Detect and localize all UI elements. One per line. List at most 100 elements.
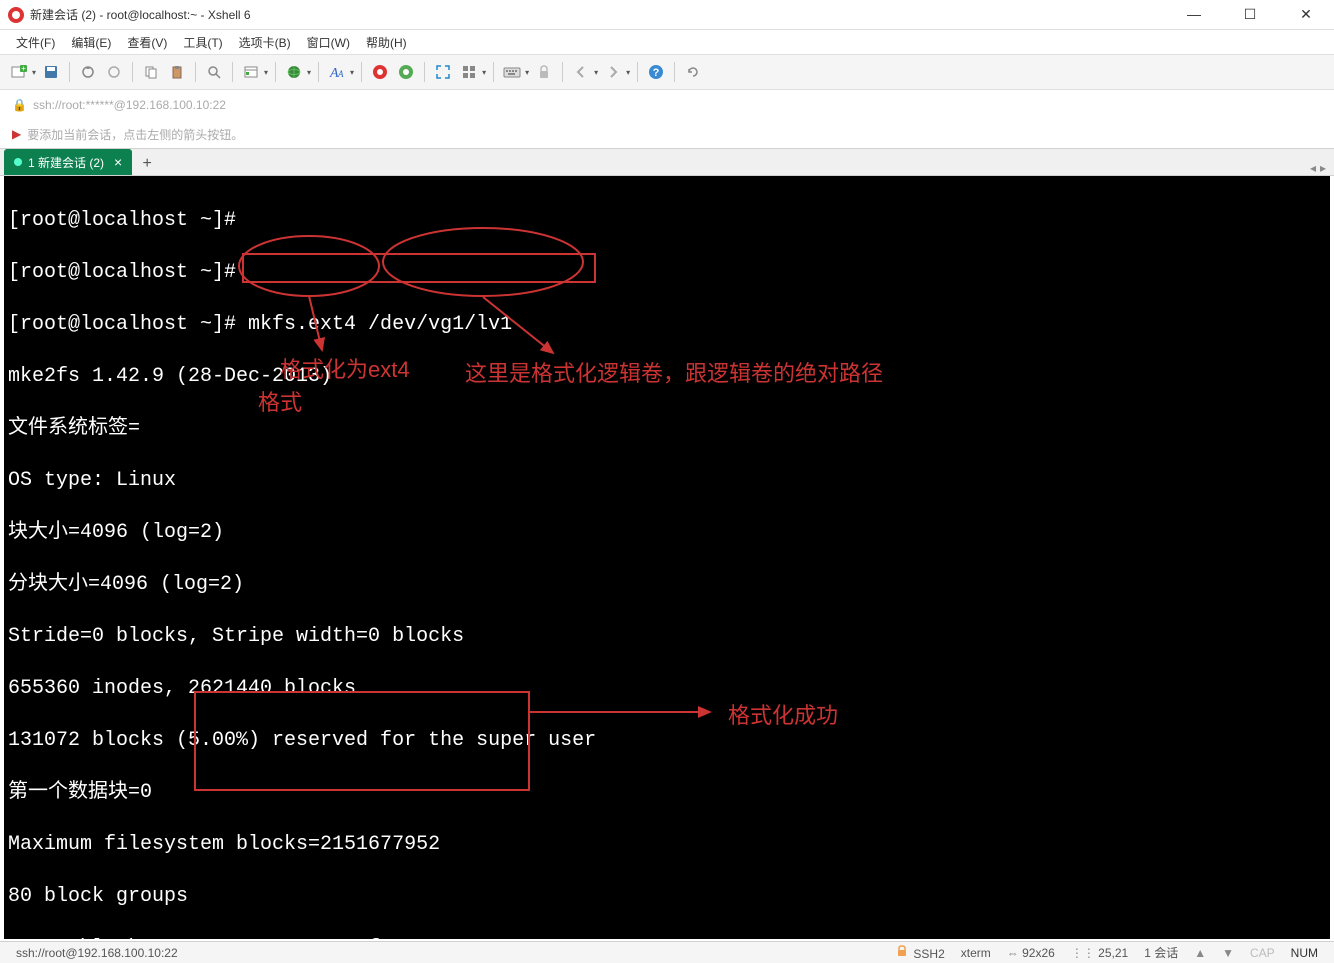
status-num: NUM — [1283, 946, 1326, 960]
menu-view[interactable]: 查看(V) — [121, 32, 173, 53]
terminal-line: mke2fs 1.42.9 (28-Dec-2013) — [8, 364, 1326, 390]
separator — [232, 62, 233, 82]
status-pos: ⋮⋮ 25,21 — [1063, 946, 1136, 960]
close-button[interactable]: ✕ — [1286, 6, 1326, 23]
status-down-icon: ▼ — [1214, 946, 1242, 960]
separator — [674, 62, 675, 82]
terminal-line: 80 block groups — [8, 884, 1326, 910]
menu-tabs[interactable]: 选项卡(B) — [233, 32, 297, 53]
tab-close-button[interactable]: × — [114, 154, 122, 170]
svg-text:+: + — [21, 64, 26, 73]
refresh-button[interactable] — [682, 61, 704, 83]
menubar: 文件(F) 编辑(E) 查看(V) 工具(T) 选项卡(B) 窗口(W) 帮助(… — [0, 30, 1334, 54]
terminal-line: Stride=0 blocks, Stripe width=0 blocks — [8, 624, 1326, 650]
tabbar: 1 新建会话 (2) × + ◂ ▸ — [0, 148, 1334, 176]
find-button[interactable] — [203, 61, 225, 83]
xftp-button[interactable] — [395, 61, 417, 83]
dropdown-icon[interactable]: ▾ — [525, 68, 529, 77]
separator — [275, 62, 276, 82]
status-dot-icon — [14, 158, 22, 166]
new-session-button[interactable]: + — [8, 61, 30, 83]
forward-button[interactable] — [602, 61, 624, 83]
status-protocol: SSH2 — [887, 944, 952, 961]
separator — [424, 62, 425, 82]
reconnect-button[interactable] — [77, 61, 99, 83]
globe-button[interactable] — [283, 61, 305, 83]
separator — [318, 62, 319, 82]
new-tab-button[interactable]: + — [136, 153, 158, 175]
separator — [69, 62, 70, 82]
flag-icon: ▶ — [12, 127, 21, 141]
xshell-button[interactable] — [369, 61, 391, 83]
font-button[interactable]: AA — [326, 61, 348, 83]
separator — [132, 62, 133, 82]
fullscreen-button[interactable] — [432, 61, 454, 83]
maximize-button[interactable]: ☐ — [1230, 6, 1270, 23]
terminal-line: 分块大小=4096 (log=2) — [8, 572, 1326, 598]
window-controls: — ☐ ✕ — [1174, 6, 1326, 23]
terminal-line: 块大小=4096 (log=2) — [8, 520, 1326, 546]
dropdown-icon[interactable]: ▾ — [264, 68, 268, 77]
tab-nav: ◂ ▸ — [1310, 161, 1326, 175]
dropdown-icon[interactable]: ▾ — [350, 68, 354, 77]
addressbar: 🔒 ssh://root:******@192.168.100.10:22 — [0, 90, 1334, 120]
properties-button[interactable] — [240, 61, 262, 83]
separator — [361, 62, 362, 82]
separator — [493, 62, 494, 82]
toolbar: + ▾ ▾ ▾ AA ▾ ▾ ▾ ▾ ▾ ? — [0, 54, 1334, 90]
hintbar: ▶ 要添加当前会话，点击左侧的箭头按钮。 — [0, 120, 1334, 148]
minimize-button[interactable]: — — [1174, 6, 1214, 23]
dropdown-icon[interactable]: ▾ — [32, 68, 36, 77]
menu-edit[interactable]: 编辑(E) — [65, 32, 117, 53]
session-tab[interactable]: 1 新建会话 (2) × — [4, 149, 132, 175]
terminal-line: 32768 blocks per group, 32768 fragments … — [8, 936, 1326, 939]
save-button[interactable] — [40, 61, 62, 83]
terminal-line: 131072 blocks (5.00%) reserved for the s… — [8, 728, 1326, 754]
terminal-line: [root@localhost ~]# mkfs.ext4 /dev/vg1/l… — [8, 312, 1326, 338]
back-button[interactable] — [570, 61, 592, 83]
menu-tools[interactable]: 工具(T) — [177, 32, 228, 53]
dropdown-icon[interactable]: ▾ — [626, 68, 630, 77]
terminal-line: Maximum filesystem blocks=2151677952 — [8, 832, 1326, 858]
tab-next-button[interactable]: ▸ — [1320, 161, 1326, 175]
titlebar: 新建会话 (2) - root@localhost:~ - Xshell 6 —… — [0, 0, 1334, 30]
svg-text:?: ? — [653, 67, 660, 79]
help-button[interactable]: ? — [645, 61, 667, 83]
status-sessions: 1 会话 — [1136, 944, 1186, 961]
terminal[interactable]: [root@localhost ~]# [root@localhost ~]# … — [4, 176, 1330, 939]
separator — [637, 62, 638, 82]
status-term: xterm — [953, 946, 999, 960]
dropdown-icon[interactable]: ▾ — [482, 68, 486, 77]
terminal-line: 第一个数据块=0 — [8, 780, 1326, 806]
copy-button[interactable] — [140, 61, 162, 83]
paste-button[interactable] — [166, 61, 188, 83]
separator — [195, 62, 196, 82]
terminal-line: [root@localhost ~]# — [8, 260, 1326, 286]
address-url[interactable]: ssh://root:******@192.168.100.10:22 — [33, 98, 226, 112]
statusbar: ssh://root@192.168.100.10:22 SSH2 xterm … — [0, 941, 1334, 963]
dropdown-icon[interactable]: ▾ — [307, 68, 311, 77]
separator — [562, 62, 563, 82]
dropdown-icon[interactable]: ▾ — [594, 68, 598, 77]
status-up-icon: ▲ — [1186, 946, 1214, 960]
tile-button[interactable] — [458, 61, 480, 83]
app-icon — [8, 7, 24, 23]
tab-label: 1 新建会话 (2) — [28, 154, 104, 171]
status-cap: CAP — [1242, 946, 1283, 960]
menu-window[interactable]: 窗口(W) — [301, 32, 356, 53]
terminal-line: [root@localhost ~]# — [8, 208, 1326, 234]
menu-file[interactable]: 文件(F) — [10, 32, 61, 53]
disconnect-button[interactable] — [103, 61, 125, 83]
svg-text:A: A — [337, 69, 344, 79]
status-size: ⇔ 92x26 — [999, 946, 1063, 960]
lock-button[interactable] — [533, 61, 555, 83]
window-title: 新建会话 (2) - root@localhost:~ - Xshell 6 — [30, 6, 1174, 23]
lock-icon: 🔒 — [12, 98, 27, 112]
terminal-line: 655360 inodes, 2621440 blocks — [8, 676, 1326, 702]
hint-text: 要添加当前会话，点击左侧的箭头按钮。 — [27, 126, 243, 143]
tab-prev-button[interactable]: ◂ — [1310, 161, 1316, 175]
keyboard-button[interactable] — [501, 61, 523, 83]
menu-help[interactable]: 帮助(H) — [360, 32, 413, 53]
status-address: ssh://root@192.168.100.10:22 — [8, 946, 186, 960]
terminal-line: 文件系统标签= — [8, 416, 1326, 442]
